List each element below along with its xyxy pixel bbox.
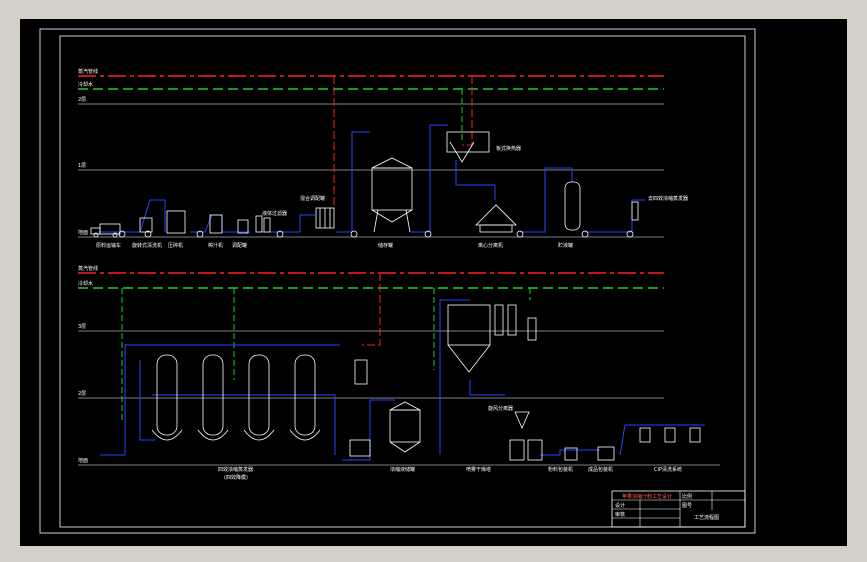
top-eq-label-9: 贮液罐 — [558, 242, 573, 249]
drawing-background — [20, 19, 847, 546]
top-eq-label-2: 压碎机 — [168, 242, 183, 249]
top-eq-label-7: 储存罐 — [378, 242, 393, 249]
top-eq-label-11: 去四效浓缩蒸发器 — [648, 195, 688, 202]
bottom-eq-label-7: CIP清洗系统 — [654, 466, 682, 473]
bottom-eq-label-2: 浓缩液储罐 — [390, 466, 415, 473]
top-eq-label-1: 旋转式清洗机 — [132, 242, 162, 249]
bottom-eq-label-0: 四效浓缩蒸发器 — [218, 466, 253, 473]
top-line-label-steam: 蒸汽管线 — [78, 68, 98, 75]
title-cell-design: 设计 — [615, 502, 625, 509]
top-eq-label-8: 离心分离机 — [478, 242, 503, 249]
bottom-line-label-ground: 地面 — [78, 457, 88, 464]
top-line-label-ground: 地面 — [78, 229, 88, 236]
top-eq-label-4: 调配罐 — [232, 242, 247, 249]
bottom-line-label-level2: 2层 — [78, 391, 86, 397]
top-eq-label-6: 混合调配罐 — [300, 195, 325, 202]
top-eq-label-5: 液体过滤器 — [262, 210, 287, 217]
bottom-line-label-water: 冷却水 — [78, 280, 93, 287]
bottom-line-label-level3: 3层 — [78, 324, 86, 330]
top-eq-label-0: 原料运输车 — [96, 242, 121, 249]
top-eq-label-3: 榨汁机 — [208, 242, 223, 249]
bottom-eq-label-1: (四效降膜) — [224, 474, 248, 481]
top-line-label-level1: 1层 — [78, 163, 86, 169]
title-cell-scale: 比例 — [682, 493, 692, 500]
title-cell-drawing: 工艺流程图 — [694, 514, 719, 521]
top-line-label-level2: 2层 — [78, 97, 86, 103]
top-eq-label-10: 板式换热器 — [496, 145, 521, 152]
process-flow-diagram: 蒸汽管线 冷却水 2层 1层 地面 原料运输车 旋转式清洗机 压碎机 榨汁机 调… — [20, 19, 847, 546]
title-block-title: 苹果浓缩汁粉工艺设计 — [622, 493, 672, 500]
title-cell-review: 审核 — [615, 511, 625, 518]
bottom-eq-label-4: 旋风分离器 — [488, 405, 513, 412]
bottom-line-label-steam: 蒸汽管线 — [78, 265, 98, 272]
bottom-eq-label-6: 成品包装机 — [588, 466, 613, 473]
title-cell-number: 图号 — [682, 503, 692, 509]
bottom-eq-label-3: 喷雾干燥塔 — [466, 466, 491, 473]
bottom-eq-label-5: 粉料包装机 — [548, 466, 573, 473]
top-line-label-water: 冷却水 — [78, 81, 93, 88]
